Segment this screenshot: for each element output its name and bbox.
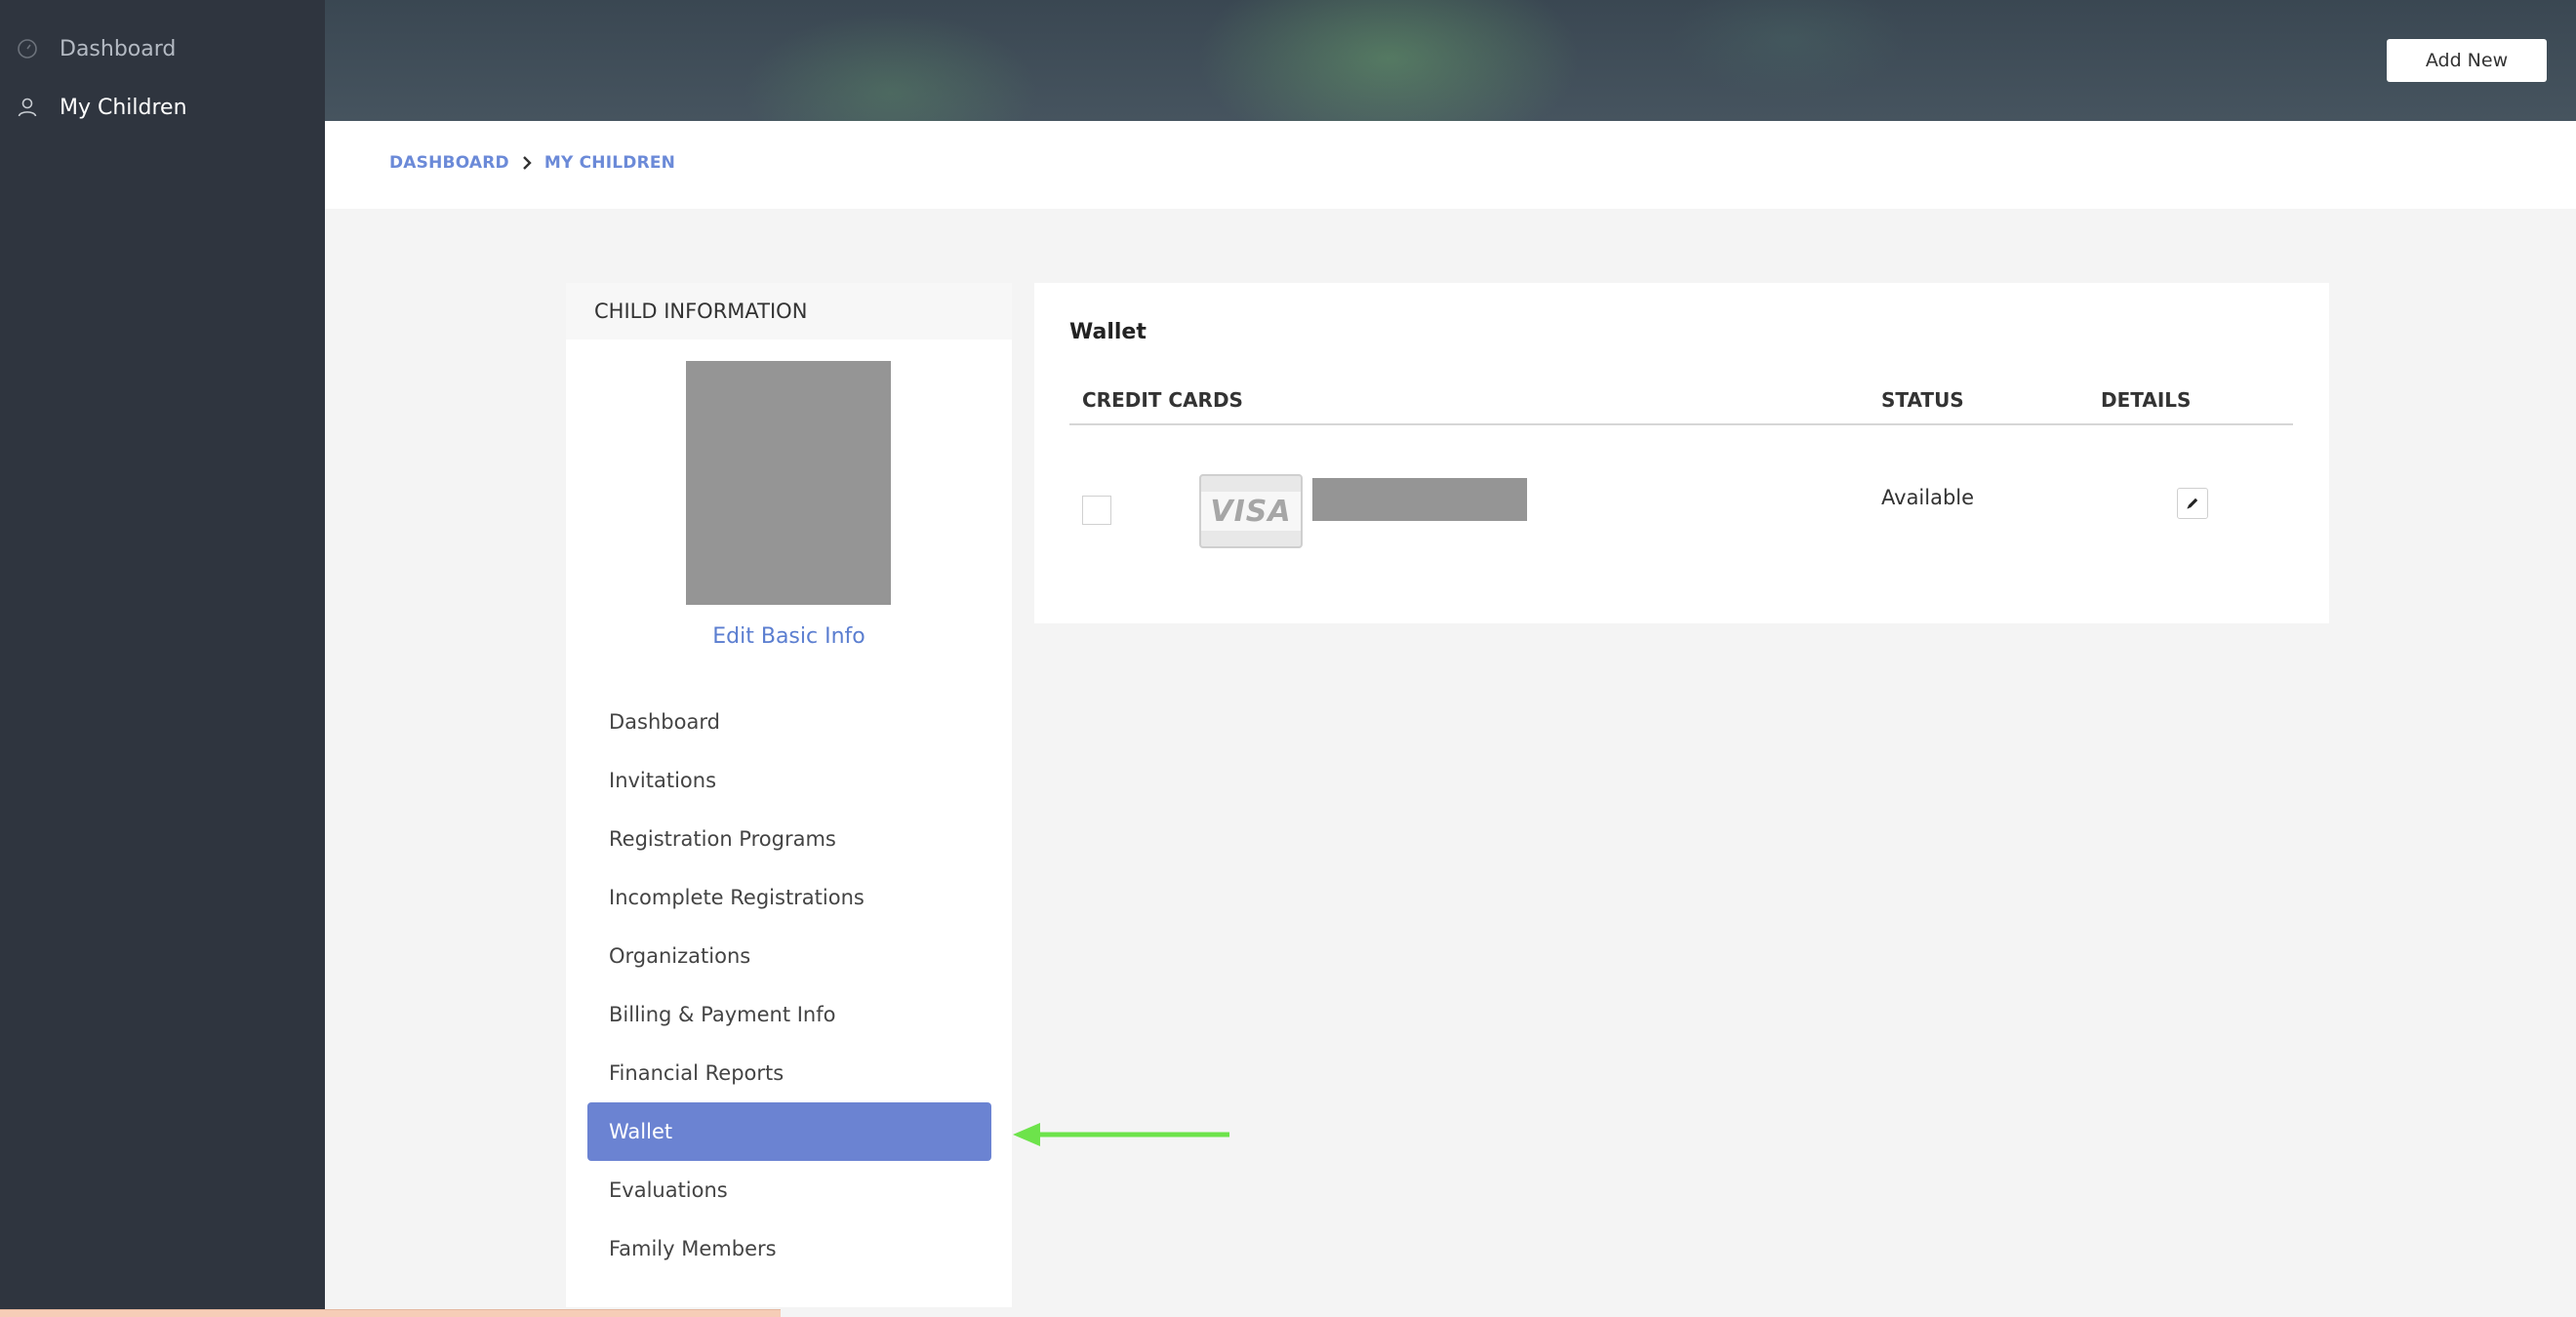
chevron-right-icon: [523, 156, 532, 170]
sidebar-item-my-children[interactable]: My Children: [0, 78, 325, 137]
menu-item-wallet[interactable]: Wallet: [587, 1102, 991, 1161]
sidebar-item-label: My Children: [60, 95, 187, 120]
app-sidebar: Dashboard My Children: [0, 0, 325, 1317]
menu-item-financial-reports[interactable]: Financial Reports: [587, 1044, 991, 1102]
card-number-redacted: [1312, 478, 1527, 521]
child-panel-header: CHILD INFORMATION: [566, 283, 1012, 339]
edit-card-button[interactable]: [2177, 488, 2208, 519]
menu-item-billing-payment-info[interactable]: Billing & Payment Info: [587, 985, 991, 1044]
card-status: Available: [1881, 486, 1975, 509]
menu-item-evaluations[interactable]: Evaluations: [587, 1161, 991, 1219]
wallet-table-header: CREDIT CARDS STATUS DETAILS: [1069, 377, 2293, 425]
sidebar-item-dashboard[interactable]: Dashboard: [0, 20, 325, 78]
child-panel-title: CHILD INFORMATION: [594, 299, 808, 323]
edit-basic-info-link[interactable]: Edit Basic Info: [566, 624, 1012, 649]
card-select-checkbox[interactable]: [1082, 496, 1111, 525]
add-new-button[interactable]: Add New: [2387, 39, 2547, 82]
wallet-title: Wallet: [1069, 320, 1147, 344]
sidebar-item-label: Dashboard: [60, 36, 177, 61]
menu-item-family-members[interactable]: Family Members: [587, 1219, 991, 1278]
bottom-notification-strip: [0, 1309, 781, 1317]
breadcrumb-my-children[interactable]: MY CHILDREN: [544, 153, 675, 173]
breadcrumb-bar: DASHBOARD MY CHILDREN: [325, 121, 2576, 209]
breadcrumb-dashboard[interactable]: DASHBOARD: [389, 153, 509, 173]
menu-item-dashboard[interactable]: Dashboard: [587, 693, 991, 751]
menu-item-invitations[interactable]: Invitations: [587, 751, 991, 810]
menu-item-organizations[interactable]: Organizations: [587, 927, 991, 985]
user-icon: [18, 98, 37, 117]
child-menu: Dashboard Invitations Registration Progr…: [587, 693, 991, 1278]
child-photo: [686, 361, 891, 605]
visa-card-logo: VISA: [1199, 474, 1303, 548]
column-header-credit-cards: CREDIT CARDS: [1082, 388, 1243, 412]
child-information-panel: CHILD INFORMATION Edit Basic Info Dashbo…: [566, 283, 1012, 1307]
table-row: VISA Available: [1069, 468, 2293, 548]
arrow-left-icon: [1013, 1123, 1229, 1146]
card-brand: VISA: [1210, 494, 1292, 529]
pencil-icon: [2187, 498, 2198, 509]
column-header-details: DETAILS: [2101, 388, 2192, 412]
breadcrumb: DASHBOARD MY CHILDREN: [389, 153, 675, 173]
column-header-status: STATUS: [1881, 388, 1964, 412]
header-banner: Add New: [325, 0, 2576, 121]
menu-item-incomplete-registrations[interactable]: Incomplete Registrations: [587, 868, 991, 927]
menu-item-registration-programs[interactable]: Registration Programs: [587, 810, 991, 868]
wallet-card: Wallet CREDIT CARDS STATUS DETAILS VISA …: [1034, 283, 2329, 623]
dashboard-icon: [18, 39, 37, 59]
